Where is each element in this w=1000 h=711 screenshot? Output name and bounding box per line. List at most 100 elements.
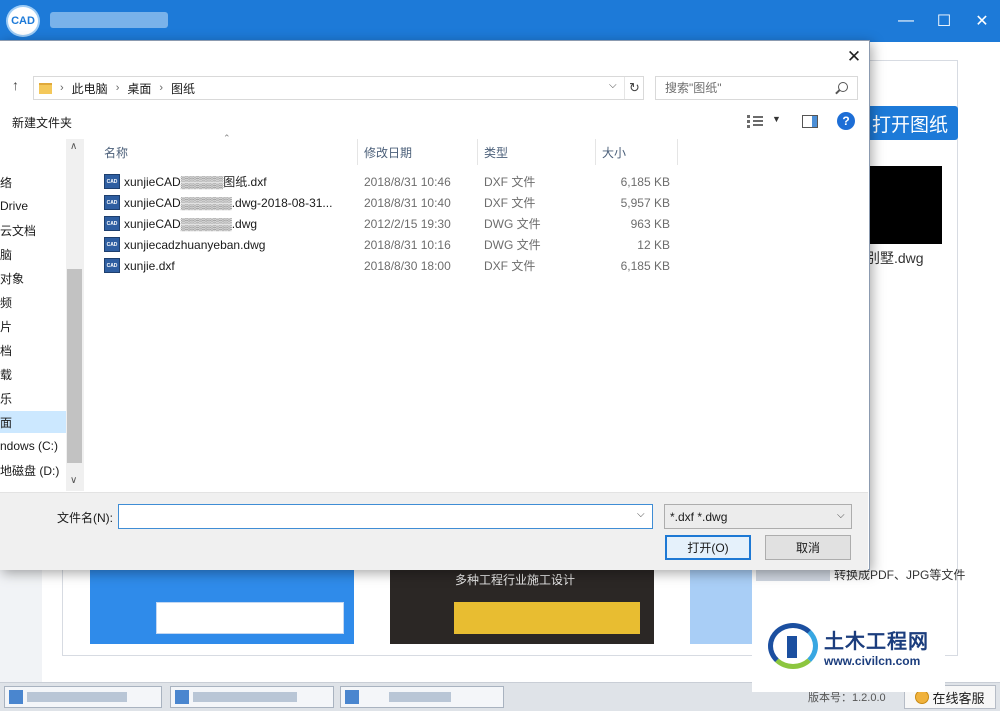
chevron-right-icon[interactable]: › — [159, 82, 163, 94]
nav-item[interactable]: 载 — [0, 363, 66, 385]
cad-file-icon: CAD — [104, 258, 120, 273]
nav-item[interactable]: 云文档 — [0, 219, 66, 241]
nav-item[interactable]: Drive — [0, 195, 66, 217]
promo-blurred-text — [756, 569, 830, 581]
cad-file-icon: CAD — [104, 216, 120, 231]
file-row[interactable]: CAD xunjieCAD▒▒▒▒▒▒.dwg 2012/2/15 19:30 DWG… — [104, 213, 670, 234]
nav-item[interactable]: 片 — [0, 315, 66, 337]
task-label-blurred — [27, 692, 127, 702]
file-row[interactable]: CAD xunjieCAD▒▒▒▒▒▒.dwg-2018-08-31... 2018… — [104, 192, 670, 213]
promo-card-3[interactable] — [690, 568, 752, 644]
task-label-blurred — [193, 692, 297, 702]
nav-item[interactable]: 乐 — [0, 387, 66, 409]
app-title-blurred — [50, 12, 168, 28]
file-size: 6,185 KB — [620, 174, 670, 189]
scroll-down-icon[interactable]: ∨ — [70, 475, 77, 486]
search-input[interactable] — [656, 77, 831, 99]
task-app-icon — [9, 690, 23, 704]
task-app-icon — [345, 690, 359, 704]
up-arrow-icon[interactable]: ↑ — [12, 77, 19, 93]
file-type: DXF 文件 — [484, 175, 536, 189]
file-name: xunjieCAD▒▒▒▒▒图纸.dxf — [124, 175, 267, 189]
filename-field[interactable]: ⌵ — [118, 504, 653, 529]
nav-item[interactable]: 档 — [0, 339, 66, 361]
watermark: 土木工程网 www.civilcn.com — [752, 600, 945, 692]
file-row[interactable]: CAD xunjie.dxf 2018/8/30 18:00 DXF 文件 6,185 … — [104, 255, 670, 276]
address-bar[interactable]: › 此电脑 › 桌面 › 图纸 ⌵ ↻ — [33, 76, 644, 100]
file-date: 2018/8/30 18:00 — [364, 258, 451, 273]
filename-label: 文件名(N): — [57, 511, 113, 525]
column-header-name[interactable]: ⌃ 名称 — [98, 133, 358, 165]
filename-input[interactable] — [119, 505, 631, 528]
refresh-icon[interactable]: ↻ — [624, 77, 644, 99]
chevron-down-icon[interactable]: ⌵ — [637, 509, 645, 520]
nav-scrollbar[interactable]: ∧ ∨ — [66, 139, 83, 491]
open-button[interactable]: 打开(O) — [665, 535, 751, 560]
open-drawing-button[interactable]: 打开图纸 — [862, 106, 958, 140]
nav-item[interactable]: ndows (C:) — [0, 435, 66, 457]
column-header-date[interactable]: 修改日期 — [358, 139, 478, 165]
taskbar-item-3[interactable] — [340, 686, 504, 708]
cad-file-icon: CAD — [104, 237, 120, 252]
scroll-up-icon[interactable]: ∧ — [70, 141, 77, 152]
nav-item[interactable]: 面 — [0, 411, 66, 433]
file-type: DXF 文件 — [484, 259, 536, 273]
open-file-dialog: ✕ ↑ › 此电脑 › 桌面 › 图纸 ⌵ ↻ 新建文件夹 ▼ ? 络Drive… — [0, 40, 870, 570]
nav-item[interactable]: 脑 — [0, 243, 66, 265]
promo-download-button-2[interactable] — [454, 602, 640, 634]
new-folder-button[interactable]: 新建文件夹 — [12, 114, 72, 131]
promo-card-1[interactable] — [90, 568, 354, 644]
file-row[interactable]: CAD xunjieCAD▒▒▒▒▒图纸.dxf 2018/8/31 10:46 DX… — [104, 171, 670, 192]
scrollbar-thumb[interactable] — [67, 269, 82, 463]
drawing-thumbnail[interactable] — [866, 166, 942, 244]
sort-caret-icon: ⌃ — [223, 133, 231, 143]
minimize-button[interactable]: — — [893, 8, 919, 34]
file-type: DXF 文件 — [484, 196, 536, 210]
breadcrumb-this-pc[interactable]: 此电脑 — [72, 80, 108, 97]
file-date: 2018/8/31 10:16 — [364, 237, 451, 252]
breadcrumb-drawings[interactable]: 图纸 — [171, 80, 195, 97]
nav-item[interactable]: 频 — [0, 291, 66, 313]
search-box[interactable] — [655, 76, 858, 100]
view-options-icon[interactable] — [747, 115, 763, 128]
help-icon[interactable]: ? — [837, 112, 855, 130]
promo-download-button-1[interactable] — [156, 602, 344, 634]
file-date: 2012/2/15 19:30 — [364, 216, 451, 231]
column-header-size[interactable]: 大小 — [596, 139, 678, 165]
file-size: 6,185 KB — [620, 258, 670, 273]
file-name: xunjieCAD▒▒▒▒▒▒.dwg — [124, 216, 258, 231]
maximize-button[interactable]: ☐ — [931, 8, 957, 34]
file-size: 12 KB — [637, 237, 670, 252]
view-dropdown-icon[interactable]: ▼ — [772, 114, 781, 124]
preview-pane-icon[interactable] — [802, 115, 818, 128]
cancel-button[interactable]: 取消 — [765, 535, 851, 560]
dialog-bottom-area: 文件名(N): ⌵ *.dxf *.dwg ⌵ 打开(O) 取消 — [0, 492, 868, 570]
file-name: xunjie.dxf — [124, 258, 175, 273]
chevron-right-icon[interactable]: › — [116, 82, 120, 94]
search-icon[interactable] — [838, 82, 848, 92]
file-name: xunjiecadzhuanyeban.dwg — [124, 237, 266, 252]
file-date: 2018/8/31 10:46 — [364, 174, 451, 189]
dialog-toolbar: 新建文件夹 ▼ ? — [0, 109, 868, 135]
taskbar-item-2[interactable] — [170, 686, 334, 708]
filetype-select[interactable]: *.dxf *.dwg ⌵ — [664, 504, 852, 529]
taskbar-item-1[interactable] — [4, 686, 162, 708]
breadcrumb-desktop[interactable]: 桌面 — [127, 80, 151, 97]
file-row[interactable]: CAD xunjiecadzhuanyeban.dwg 2018/8/31 10:1… — [104, 234, 670, 255]
task-label-blurred — [389, 692, 451, 702]
task-app-icon — [175, 690, 189, 704]
chevron-right-icon[interactable]: › — [60, 82, 64, 94]
nav-item[interactable]: 络 — [0, 171, 66, 193]
address-dropdown-icon[interactable]: ⌵ — [609, 80, 617, 91]
promo-card-2[interactable]: 多种工程行业施工设计 — [390, 568, 654, 644]
dialog-close-button[interactable]: ✕ — [842, 45, 866, 69]
chevron-down-icon[interactable]: ⌵ — [837, 510, 845, 521]
nav-item[interactable]: 地磁盘 (D:) — [0, 459, 66, 481]
file-size: 963 KB — [630, 216, 670, 231]
nav-item[interactable]: 对象 — [0, 267, 66, 289]
app-close-button[interactable]: ✕ — [969, 8, 995, 34]
file-size: 5,957 KB — [620, 195, 670, 210]
thumbnail-filename: 别墅.dwg — [866, 250, 924, 266]
navigation-pane: 络 Drive 云文档脑对象频片档载乐面 ndows (C:) 地磁盘 (D:) ∧ ∨ — [0, 139, 84, 491]
column-header-type[interactable]: 类型 — [478, 139, 596, 165]
